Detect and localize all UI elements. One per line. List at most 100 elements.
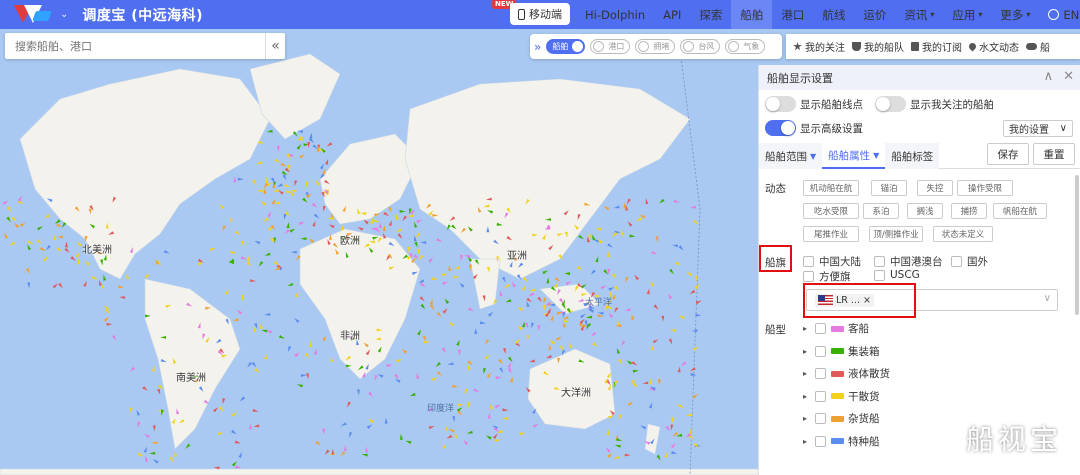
ship-marker[interactable]	[366, 424, 373, 430]
ship-marker[interactable]	[267, 211, 272, 218]
ship-marker[interactable]	[17, 200, 24, 205]
ship-marker[interactable]	[542, 304, 546, 311]
ship-marker[interactable]	[45, 245, 51, 251]
expand-arrow-icon[interactable]: ▸	[803, 369, 807, 378]
ship-marker[interactable]	[591, 331, 597, 337]
ship-marker[interactable]	[681, 361, 687, 367]
ship-marker[interactable]	[686, 271, 693, 277]
ship-marker[interactable]	[408, 246, 411, 253]
ship-marker[interactable]	[616, 347, 621, 354]
ship-marker[interactable]	[460, 254, 464, 261]
ship-marker[interactable]	[447, 362, 454, 366]
ship-marker[interactable]	[286, 222, 290, 229]
layer-toggle[interactable]: 台风	[680, 39, 721, 54]
ship-marker[interactable]	[309, 237, 315, 244]
ship-marker[interactable]	[363, 219, 369, 225]
ship-marker[interactable]	[209, 247, 216, 252]
expand-layers-button[interactable]: »	[534, 40, 541, 54]
ship-marker[interactable]	[580, 313, 586, 319]
ship-marker[interactable]	[264, 252, 271, 256]
ship-marker[interactable]	[417, 329, 421, 336]
ship-marker[interactable]	[397, 233, 403, 239]
ship-marker[interactable]	[442, 308, 448, 314]
checkbox[interactable]	[815, 368, 827, 379]
ship-marker[interactable]	[549, 339, 556, 345]
ship-marker[interactable]	[458, 403, 464, 407]
ship-marker[interactable]	[459, 282, 465, 288]
ship-marker[interactable]	[468, 307, 475, 311]
ship-marker[interactable]	[4, 232, 8, 239]
ship-marker[interactable]	[368, 391, 373, 398]
ship-marker[interactable]	[670, 329, 677, 333]
ship-marker[interactable]	[452, 416, 456, 423]
ship-marker[interactable]	[537, 296, 542, 303]
quick-access-item[interactable]: 我的关注	[793, 39, 845, 54]
ship-marker[interactable]	[442, 442, 446, 449]
ship-marker[interactable]	[519, 432, 526, 436]
ship-marker[interactable]	[614, 307, 619, 313]
ship-marker[interactable]	[343, 444, 347, 451]
ship-marker[interactable]	[627, 221, 633, 227]
toggle-advanced-settings[interactable]: 显示高级设置	[765, 120, 863, 136]
ship-marker[interactable]	[489, 403, 494, 410]
ship-marker[interactable]	[313, 213, 320, 219]
expand-arrow-icon[interactable]: ▸	[803, 324, 807, 333]
ship-marker[interactable]	[526, 301, 530, 308]
ship-marker[interactable]	[532, 408, 537, 414]
ship-marker[interactable]	[37, 226, 43, 231]
ship-marker[interactable]	[627, 401, 634, 407]
ship-marker[interactable]	[231, 411, 238, 417]
ship-marker[interactable]	[590, 269, 596, 275]
ship-marker[interactable]	[670, 424, 674, 431]
ship-marker[interactable]	[231, 429, 237, 435]
ship-marker[interactable]	[608, 312, 614, 318]
ship-marker[interactable]	[84, 260, 90, 266]
expand-arrow-icon[interactable]: ▸	[803, 347, 807, 356]
ship-marker[interactable]	[105, 308, 110, 315]
ship-marker[interactable]	[483, 368, 486, 375]
ship-marker[interactable]	[248, 423, 252, 430]
ship-marker[interactable]	[174, 450, 177, 457]
ship-marker[interactable]	[27, 244, 31, 251]
status-filter-chip[interactable]: 顶/侧推作业	[869, 226, 923, 242]
ship-marker[interactable]	[635, 217, 642, 221]
ship-marker[interactable]	[235, 465, 242, 469]
ship-marker[interactable]	[373, 219, 380, 223]
ship-marker[interactable]	[420, 282, 426, 287]
ship-marker[interactable]	[340, 422, 347, 426]
ship-marker[interactable]	[690, 205, 696, 209]
ship-marker[interactable]	[258, 261, 264, 267]
ship-marker[interactable]	[396, 359, 403, 363]
ship-marker[interactable]	[56, 223, 63, 227]
ship-marker[interactable]	[611, 273, 617, 279]
ship-marker[interactable]	[603, 269, 609, 275]
ship-marker[interactable]	[11, 216, 17, 222]
ship-marker[interactable]	[448, 428, 455, 433]
ship-marker[interactable]	[282, 174, 287, 181]
ship-marker[interactable]	[126, 273, 130, 280]
app-brand[interactable]: 调度宝 (中远海科)	[82, 5, 203, 25]
ship-marker[interactable]	[347, 401, 351, 408]
ship-marker[interactable]	[548, 343, 552, 350]
ship-marker[interactable]	[677, 366, 681, 373]
ship-marker[interactable]	[507, 362, 512, 368]
checkbox[interactable]	[815, 390, 827, 402]
ship-marker[interactable]	[487, 311, 494, 317]
layer-toggle[interactable]: 拥堵	[635, 39, 676, 54]
shiptype-item[interactable]: ▸ 干散货	[803, 389, 880, 404]
ship-marker[interactable]	[656, 454, 661, 461]
ship-marker[interactable]	[54, 219, 61, 224]
nav-item[interactable]: 运价	[854, 0, 895, 29]
ship-marker[interactable]	[294, 352, 300, 358]
ship-marker[interactable]	[270, 224, 276, 230]
ship-marker[interactable]	[276, 264, 283, 269]
ship-marker[interactable]	[312, 144, 318, 150]
ship-marker[interactable]	[607, 452, 613, 458]
expand-arrow-icon[interactable]: ▸	[803, 437, 807, 446]
ship-marker[interactable]	[320, 163, 324, 170]
ship-marker[interactable]	[463, 439, 469, 446]
ship-marker[interactable]	[322, 335, 327, 342]
ship-marker[interactable]	[246, 261, 251, 267]
ship-marker[interactable]	[119, 296, 126, 300]
ship-marker[interactable]	[501, 276, 506, 283]
